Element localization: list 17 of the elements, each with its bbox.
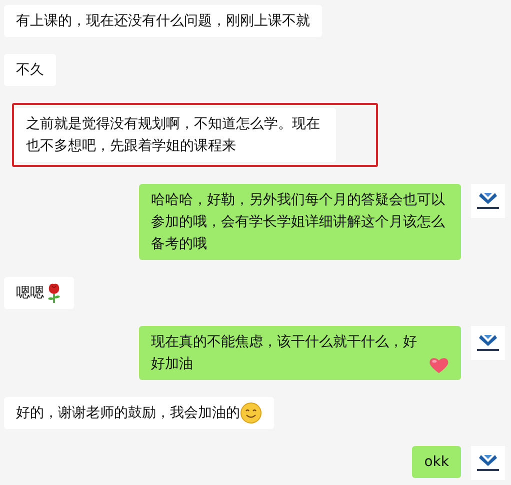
avatar[interactable] — [471, 326, 505, 360]
message-text: okk — [424, 453, 449, 472]
message-text: 之前就是觉得没有规划啊，不知道怎么学。现在也不多想吧，先跟着学姐的课程来 — [26, 115, 321, 156]
message-text: 有上课的，现在还没有什么问题，刚刚上课不就 — [16, 12, 310, 31]
avatar[interactable] — [471, 184, 505, 218]
avatar[interactable] — [471, 446, 505, 480]
logo-icon — [475, 453, 501, 473]
message-text: 不久 — [16, 61, 44, 80]
heart-icon — [429, 355, 449, 375]
rose-icon — [46, 282, 62, 304]
logo-icon — [475, 333, 501, 353]
message-text: 嗯嗯 — [16, 284, 44, 303]
message-text: 哈哈哈，好勒，另外我们每个月的答疑会也可以参加的哦，会有学长学姐详细讲解这个月该怎么备考的哦 — [151, 191, 446, 254]
logo-icon — [475, 191, 501, 211]
message-text: 好的，谢谢老师的鼓励，我会加油的 — [16, 404, 240, 423]
smiley-icon — [240, 402, 262, 424]
message-text: 现在真的不能焦虑，该干什么就干什么，好好加油 — [151, 333, 418, 374]
